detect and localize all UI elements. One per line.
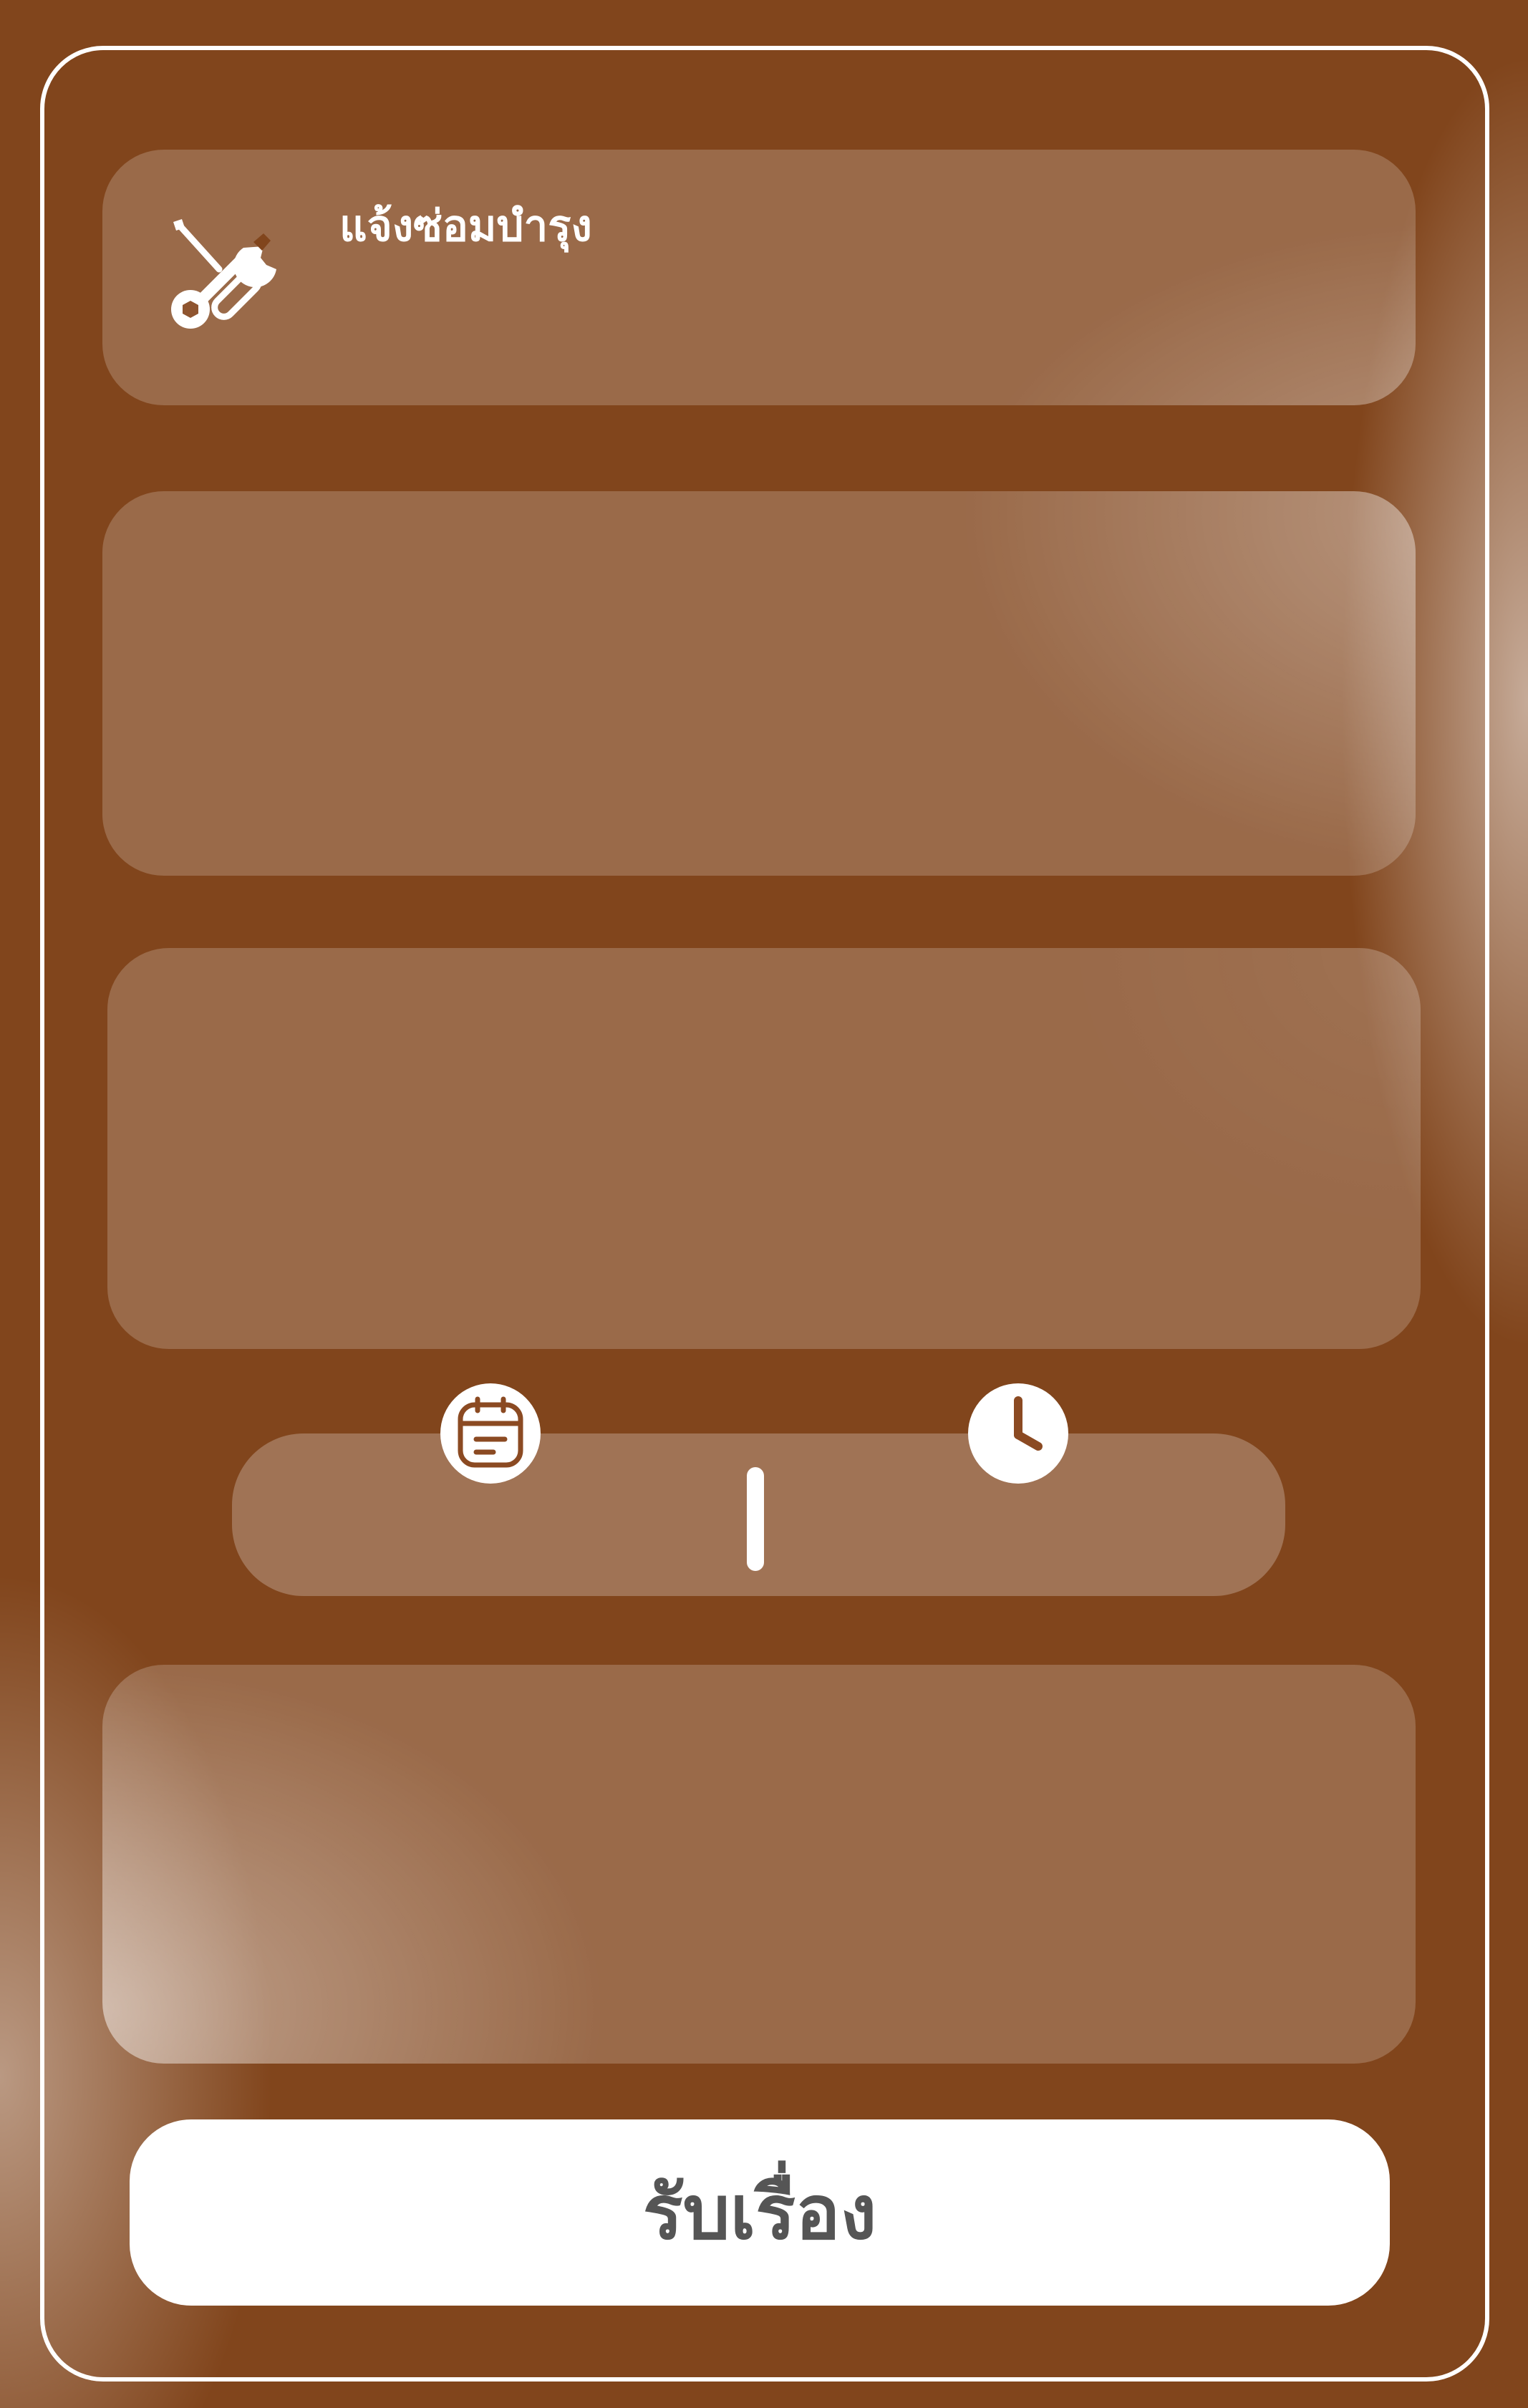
tools-icon xyxy=(171,219,276,329)
date-time-divider xyxy=(747,1467,764,1571)
clock-icon[interactable] xyxy=(968,1383,1068,1484)
accept-request-button[interactable]: รับเรื่อง xyxy=(130,2119,1390,2306)
header-card xyxy=(102,150,1416,405)
accept-request-label: รับเรื่อง xyxy=(642,2169,877,2256)
calendar-icon[interactable] xyxy=(440,1383,541,1484)
clock-icon-glyph xyxy=(1014,1396,1043,1451)
calendar-icon-glyph xyxy=(458,1396,523,1468)
details-card xyxy=(107,948,1421,1349)
details-card xyxy=(102,1665,1416,2064)
details-card xyxy=(102,491,1416,876)
page-title: แจ้งซ่อมบำรุง xyxy=(339,201,592,251)
